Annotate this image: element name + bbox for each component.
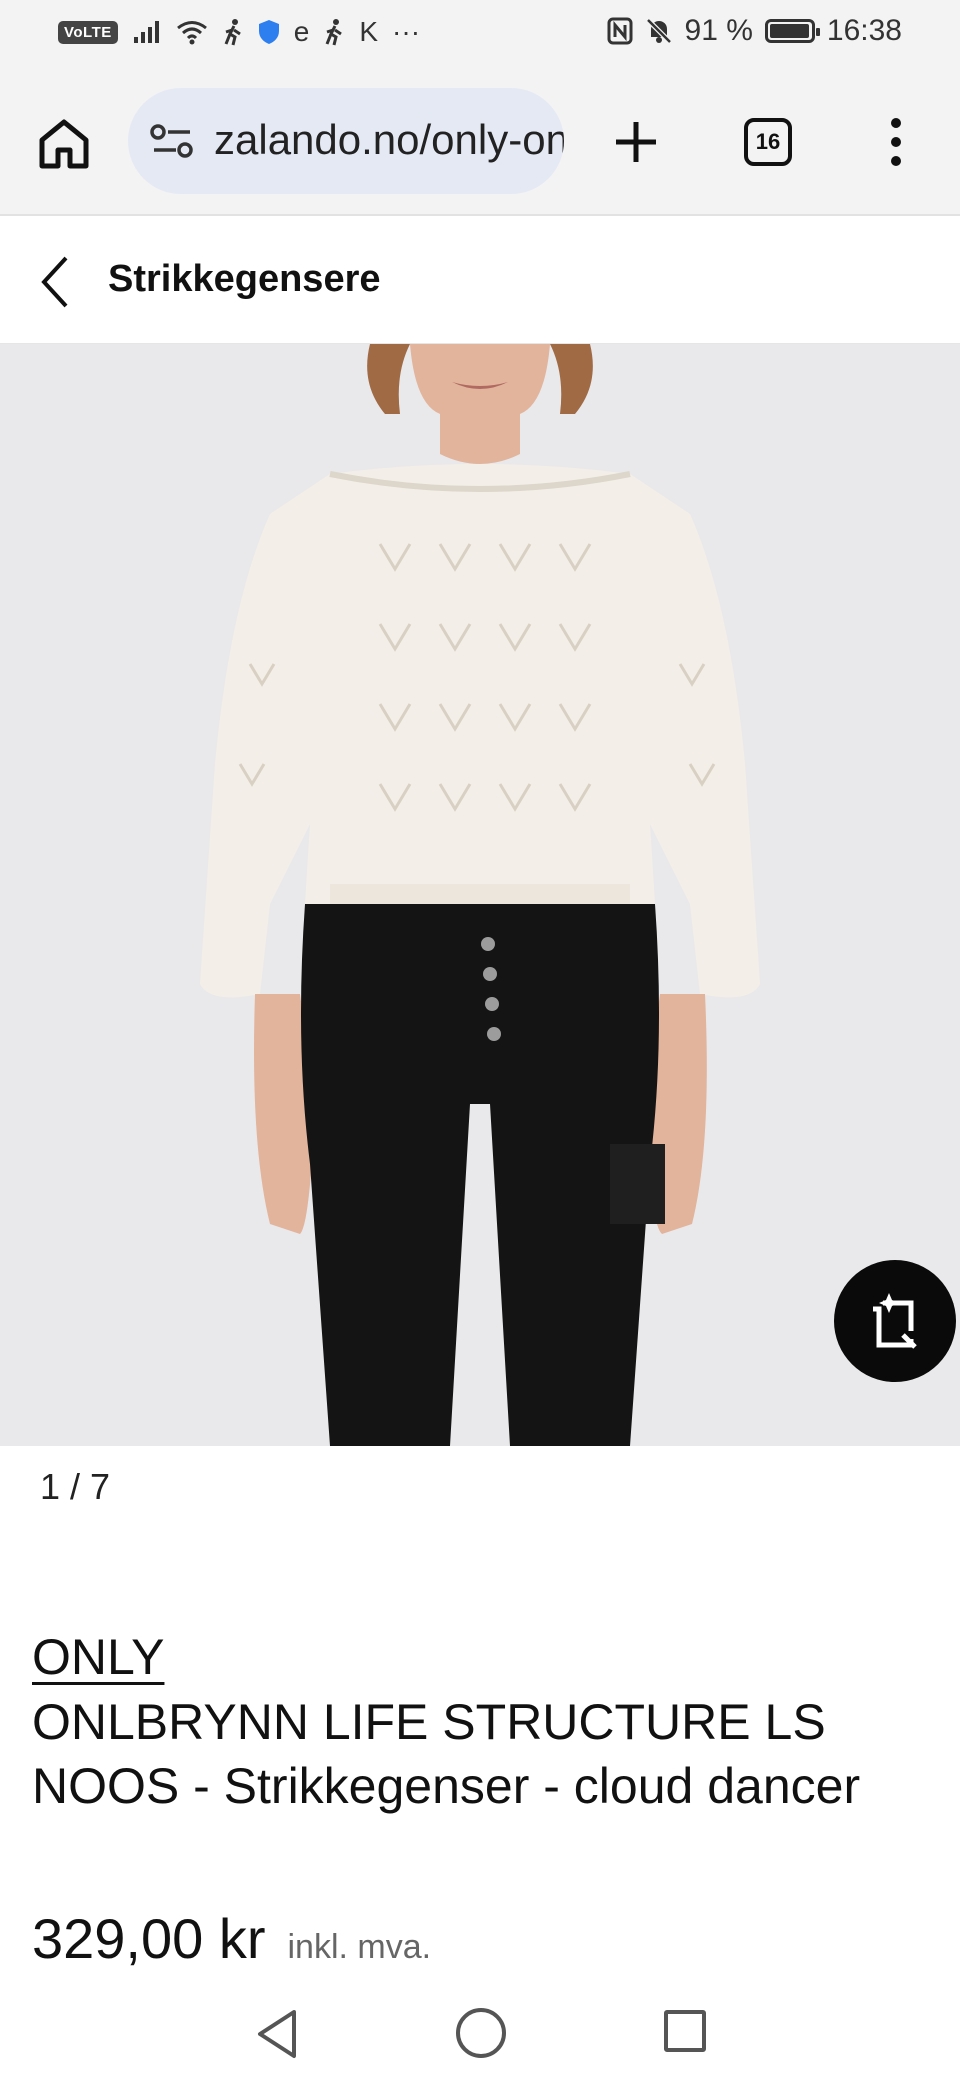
price-row: 329,00 kr inkl. mva. (32, 1906, 431, 1971)
site-settings-icon[interactable] (150, 121, 194, 161)
clock: 16:38 (826, 14, 902, 47)
price: 329,00 kr (32, 1907, 266, 1970)
more-notifications: ··· (392, 16, 421, 47)
page-header: Strikkegensere (0, 216, 960, 344)
chevron-left-icon (41, 256, 68, 308)
system-nav-bar (0, 1990, 960, 2080)
nfc-icon (607, 17, 633, 45)
shield-icon (258, 20, 279, 44)
triangle-back-icon (258, 2010, 296, 2058)
nav-recents-button[interactable] (664, 2010, 706, 2052)
more-vert-icon-dot (891, 118, 901, 128)
plus-icon (616, 122, 656, 162)
more-vert-icon-dot (891, 137, 901, 147)
back-button[interactable] (36, 252, 76, 312)
brand-link[interactable]: ONLY (32, 1628, 164, 1686)
new-tab-button[interactable] (606, 112, 666, 172)
status-left: VoLTE e K ··· (58, 16, 420, 48)
bell-muted-icon (645, 18, 672, 44)
status-right: 91 % 16:38 (607, 14, 902, 48)
nav-back-button[interactable] (254, 2008, 302, 2060)
image-counter: 1 / 7 (40, 1466, 111, 1507)
activity-icon (224, 19, 241, 46)
more-vert-icon-dot (891, 156, 901, 166)
more-menu-button[interactable] (880, 112, 912, 172)
address-bar[interactable]: zalando.no/only-onlbrynn (128, 88, 564, 194)
category-title: Strikkegensere (108, 258, 381, 300)
e-icon: e (293, 16, 310, 47)
home-icon (39, 119, 89, 169)
status-bar: VoLTE e K ··· 91 % 16:38 (0, 0, 960, 70)
carrier-letter: K (359, 16, 379, 47)
battery-icon (764, 19, 820, 43)
product-photo (0, 344, 960, 1446)
battery-percent: 91 % (684, 14, 753, 47)
nav-home-button[interactable] (456, 2008, 506, 2058)
wifi-icon (176, 21, 207, 45)
volte-badge: VoLTE (58, 20, 118, 44)
signal-icon (133, 21, 159, 43)
browser-toolbar: zalando.no/only-onlbrynn 16 (0, 70, 960, 216)
tax-note: inkl. mva. (287, 1928, 432, 1966)
product-image[interactable] (0, 344, 960, 1446)
visual-search-button[interactable] (834, 1260, 956, 1382)
visual-search-icon (873, 1293, 917, 1349)
home-button[interactable] (34, 114, 94, 174)
tab-count: 16 (755, 129, 781, 154)
activity-icon-2 (325, 19, 343, 46)
product-name: ONLBRYNN LIFE STRUCTURE LS NOOS - Strikk… (32, 1694, 861, 1814)
tab-switcher-button[interactable]: 16 (744, 118, 792, 166)
url-text: zalando.no/only-onlbrynn (214, 116, 564, 163)
